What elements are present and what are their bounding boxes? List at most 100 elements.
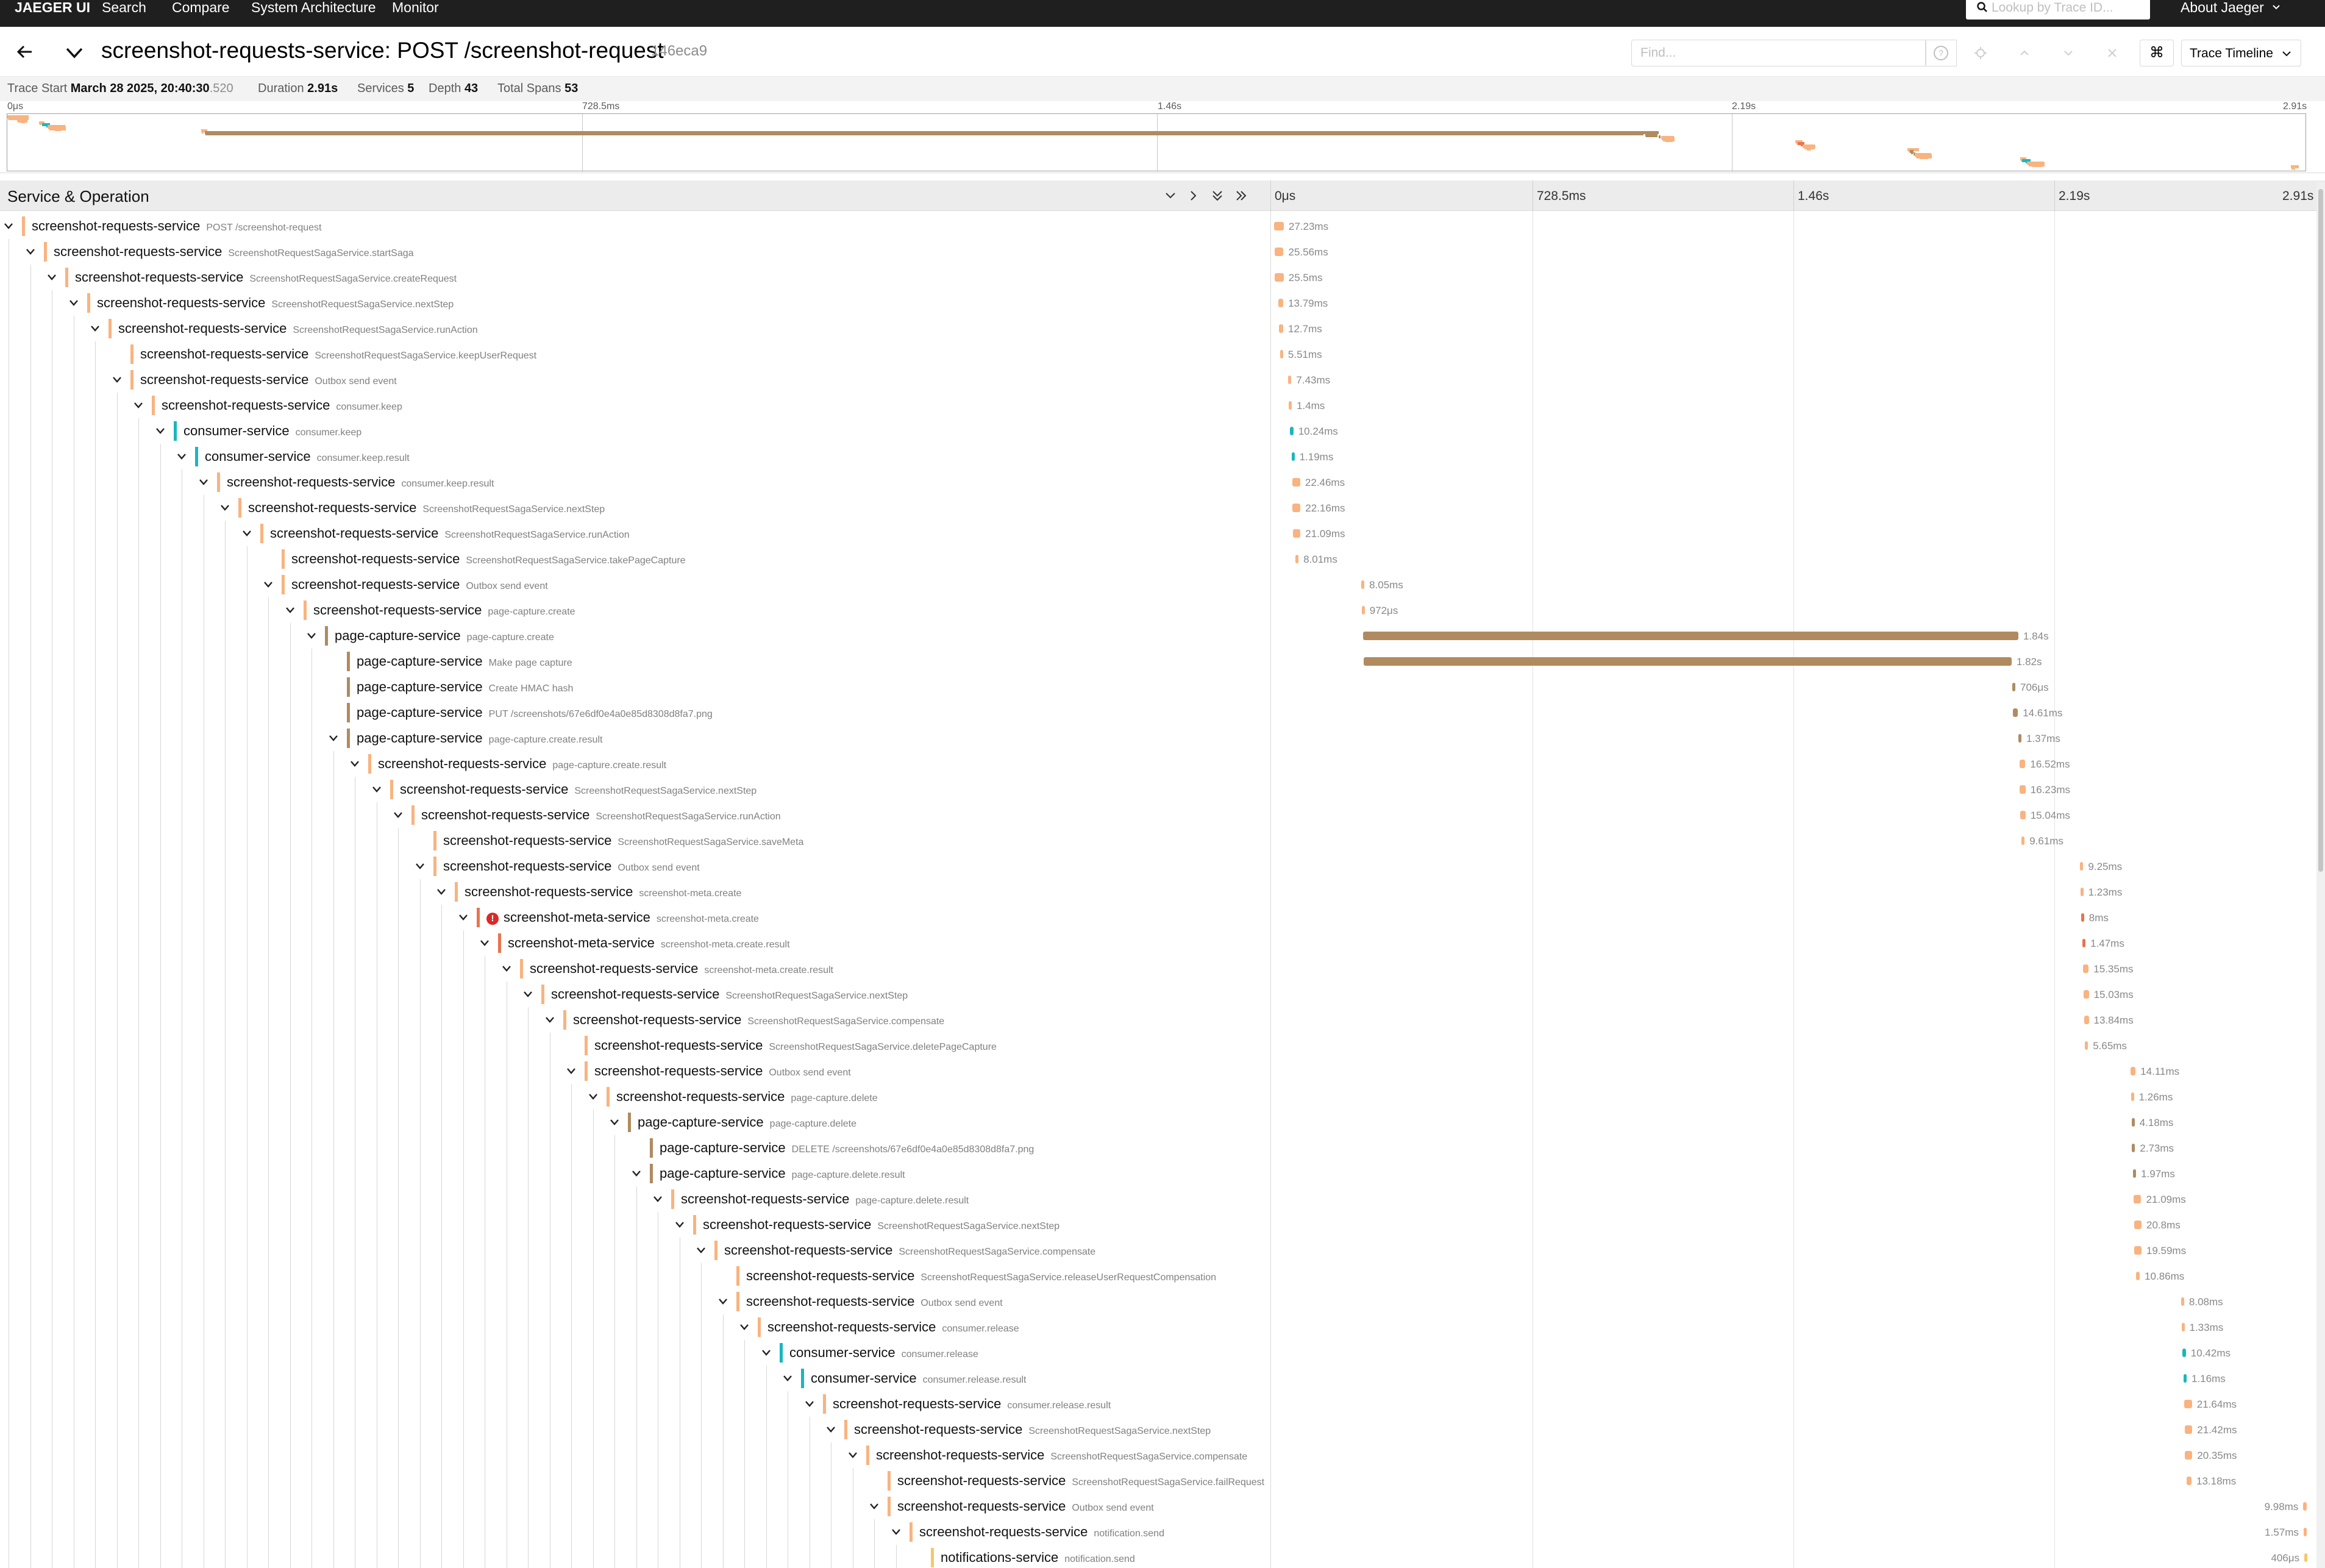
span-timeline-bar[interactable] [2012, 683, 2015, 691]
span-timeline-bar[interactable] [2133, 1169, 2137, 1178]
collapse-one-icon[interactable] [1162, 189, 1178, 202]
span-name[interactable]: ! screenshot-meta-service screenshot-meta.… [486, 910, 759, 925]
view-mode-select[interactable]: Trace Timeline [2181, 40, 2301, 66]
span-timeline-bar[interactable] [1288, 376, 1292, 384]
span-row[interactable]: consumer-service consumer.release 10.42ms [0, 1340, 2316, 1366]
minimap-canvas[interactable] [7, 113, 2306, 172]
span-timeline-bar[interactable] [2018, 734, 2021, 743]
span-name[interactable]: page-capture-service page-capture.delete.… [660, 1166, 905, 1181]
span-row[interactable]: screenshot-requests-service Outbox send e… [0, 1289, 2316, 1314]
span-timeline-bar[interactable] [1363, 657, 2012, 666]
span-name[interactable]: notifications-service notification.send [941, 1550, 1135, 1566]
span-name[interactable]: consumer-service consumer.keep.result [205, 449, 410, 465]
span-toggle-chevron-icon[interactable] [779, 1370, 796, 1387]
span-row[interactable]: screenshot-requests-service ScreenshotReq… [0, 1033, 2316, 1058]
span-timeline-bar[interactable] [1361, 606, 1365, 615]
span-name[interactable]: screenshot-requests-service page-capture.… [681, 1191, 969, 1207]
span-row[interactable]: screenshot-requests-service ScreenshotReq… [0, 777, 2316, 802]
span-timeline-bar[interactable] [2304, 1553, 2308, 1562]
span-toggle-chevron-icon[interactable] [87, 320, 104, 337]
span-row[interactable]: screenshot-requests-service ScreenshotReq… [0, 495, 2316, 521]
locate-button[interactable] [1959, 40, 2002, 66]
span-toggle-chevron-icon[interactable] [758, 1344, 775, 1361]
span-row[interactable]: consumer-service consumer.keep 10.24ms [0, 418, 2316, 444]
span-row[interactable]: screenshot-requests-service screenshot-me… [0, 879, 2316, 905]
span-name[interactable]: screenshot-requests-service consumer.rele… [767, 1319, 1019, 1335]
span-toggle-chevron-icon[interactable] [368, 781, 385, 798]
span-timeline-bar[interactable] [2134, 1221, 2142, 1229]
span-row[interactable]: screenshot-requests-service ScreenshotReq… [0, 1442, 2316, 1468]
span-name[interactable]: screenshot-requests-service ScreenshotReq… [291, 551, 686, 567]
span-toggle-chevron-icon[interactable] [801, 1395, 818, 1413]
span-name[interactable]: screenshot-requests-service ScreenshotReq… [421, 807, 781, 823]
nav-system-architecture[interactable]: System Architecture [251, 0, 376, 27]
span-name[interactable]: screenshot-requests-service ScreenshotReq… [248, 500, 605, 516]
span-row[interactable]: screenshot-requests-service Outbox send e… [0, 367, 2316, 393]
span-name[interactable]: page-capture-service DELETE /screenshots/… [660, 1140, 1034, 1156]
span-row[interactable]: screenshot-requests-service consumer.rele… [0, 1391, 2316, 1417]
span-timeline-bar[interactable] [2083, 990, 2089, 999]
span-row[interactable]: screenshot-requests-service page-capture.… [0, 597, 2316, 623]
span-row[interactable]: screenshot-requests-service page-capture.… [0, 1186, 2316, 1212]
span-toggle-chevron-icon[interactable] [585, 1088, 602, 1105]
span-toggle-chevron-icon[interactable] [260, 576, 277, 593]
span-row[interactable]: screenshot-requests-service ScreenshotReq… [0, 1417, 2316, 1442]
span-toggle-chevron-icon[interactable] [866, 1498, 883, 1515]
span-row[interactable]: page-capture-service PUT /screenshots/67e… [0, 700, 2316, 725]
span-name[interactable]: consumer-service consumer.release [789, 1345, 978, 1361]
span-timeline-bar[interactable] [2181, 1323, 2185, 1331]
span-row[interactable]: consumer-service consumer.keep.result 1.19… [0, 444, 2316, 469]
span-row[interactable]: screenshot-requests-service consumer.keep… [0, 469, 2316, 495]
span-row[interactable]: screenshot-requests-service page-capture.… [0, 1084, 2316, 1110]
span-row[interactable]: screenshot-requests-service ScreenshotReq… [0, 1212, 2316, 1238]
span-toggle-chevron-icon[interactable] [822, 1421, 839, 1438]
span-name[interactable]: screenshot-requests-service ScreenshotReq… [118, 321, 478, 337]
span-name[interactable]: screenshot-requests-service ScreenshotReq… [551, 986, 908, 1002]
span-toggle-chevron-icon[interactable] [152, 422, 169, 440]
next-match-button[interactable] [2047, 40, 2090, 66]
span-row[interactable]: screenshot-requests-service ScreenshotReq… [0, 316, 2316, 341]
span-name[interactable]: screenshot-requests-service Outbox send e… [291, 577, 548, 593]
span-toggle-chevron-icon[interactable] [130, 397, 147, 414]
span-timeline-bar[interactable] [2019, 760, 2026, 768]
prev-match-button[interactable] [2003, 40, 2046, 66]
span-toggle-chevron-icon[interactable] [216, 499, 233, 516]
span-row[interactable]: screenshot-requests-service ScreenshotReq… [0, 341, 2316, 367]
span-name[interactable]: screenshot-requests-service consumer.rele… [833, 1396, 1111, 1412]
span-row[interactable]: screenshot-meta-service screenshot-meta.c… [0, 930, 2316, 956]
span-timeline-bar[interactable] [1293, 529, 1301, 538]
span-timeline-bar[interactable] [2131, 1092, 2134, 1101]
span-toggle-chevron-icon[interactable] [390, 807, 407, 824]
span-row[interactable]: screenshot-requests-service POST /screens… [0, 213, 2316, 239]
find-help-button[interactable]: ? [1925, 40, 1957, 66]
span-toggle-chevron-icon[interactable] [563, 1063, 580, 1080]
span-name[interactable]: consumer-service consumer.release.result [811, 1370, 1026, 1386]
span-name[interactable]: screenshot-requests-service page-capture.… [616, 1089, 878, 1105]
span-row[interactable]: consumer-service consumer.release.result 1… [0, 1366, 2316, 1391]
span-row[interactable]: screenshot-requests-service page-capture.… [0, 751, 2316, 777]
nav-monitor[interactable]: Monitor [392, 0, 439, 27]
span-toggle-chevron-icon[interactable] [628, 1165, 645, 1182]
span-toggle-chevron-icon[interactable] [109, 371, 126, 388]
span-timeline-bar[interactable] [2081, 913, 2084, 922]
span-row[interactable]: page-capture-service page-capture.delete.… [0, 1161, 2316, 1186]
span-toggle-chevron-icon[interactable] [433, 883, 450, 900]
span-name[interactable]: screenshot-requests-service page-capture.… [313, 602, 575, 618]
span-name[interactable]: screenshot-requests-service ScreenshotReq… [746, 1268, 1216, 1284]
span-name[interactable]: screenshot-requests-service ScreenshotReq… [594, 1038, 997, 1053]
span-toggle-chevron-icon[interactable] [238, 525, 255, 542]
nav-compare[interactable]: Compare [172, 0, 230, 27]
span-name[interactable]: screenshot-requests-service ScreenshotReq… [897, 1473, 1264, 1489]
span-timeline-bar[interactable] [1278, 299, 1284, 307]
span-name[interactable]: screenshot-requests-service Outbox send e… [897, 1499, 1154, 1514]
span-row[interactable]: screenshot-requests-service ScreenshotReq… [0, 982, 2316, 1007]
span-name[interactable]: page-capture-service Make page capture [357, 654, 572, 669]
span-timeline-bar[interactable] [1361, 580, 1365, 589]
scrollbar[interactable] [2316, 183, 2325, 1568]
span-row[interactable]: screenshot-requests-service ScreenshotReq… [0, 1468, 2316, 1494]
span-name[interactable]: page-capture-service page-capture.create.… [357, 730, 602, 746]
collapse-all-icon[interactable] [1209, 189, 1225, 202]
span-toggle-chevron-icon[interactable] [693, 1242, 710, 1259]
span-timeline-bar[interactable] [2083, 964, 2089, 973]
span-timeline-bar[interactable] [2012, 708, 2018, 717]
